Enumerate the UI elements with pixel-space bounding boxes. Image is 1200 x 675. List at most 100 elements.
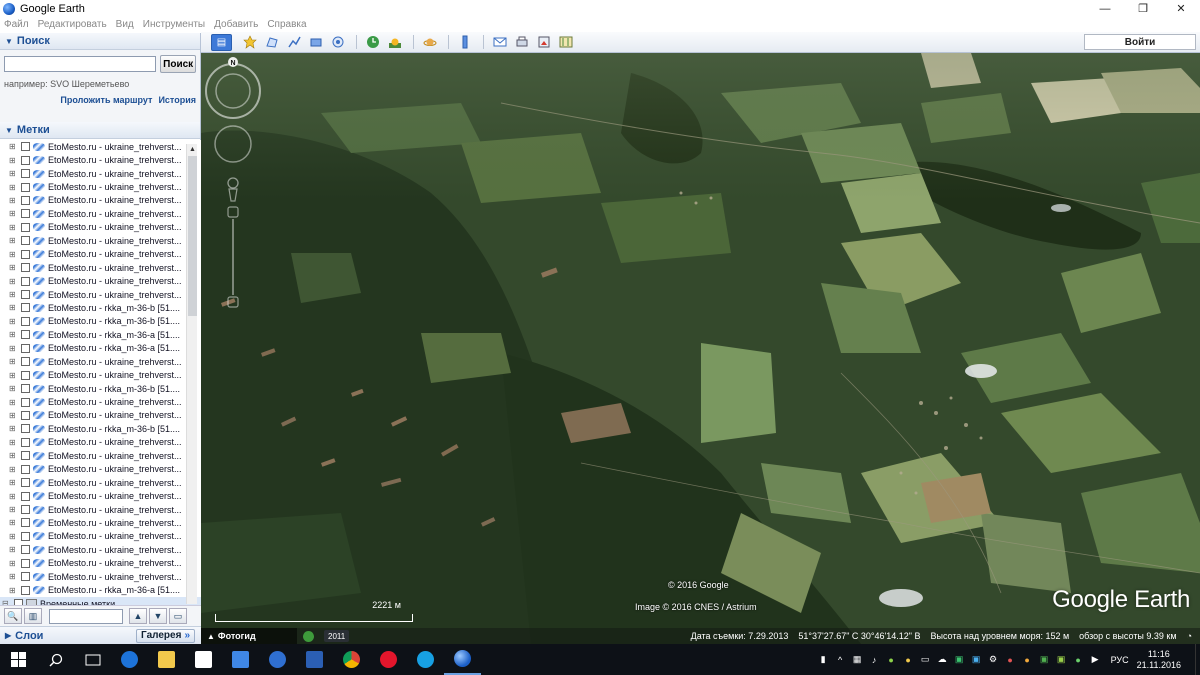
list-item[interactable]: ⊞ EtoMesto.ru - ukraine_trehverst...: [0, 288, 201, 301]
visibility-checkbox[interactable]: [21, 437, 30, 447]
tray-app4-icon[interactable]: ☁: [935, 654, 950, 665]
search-input[interactable]: [4, 56, 157, 72]
expand-plus-icon[interactable]: ⊞: [9, 236, 18, 245]
list-item[interactable]: ⊞ EtoMesto.ru - ukraine_trehverst...: [0, 463, 201, 476]
visibility-checkbox[interactable]: [21, 424, 30, 434]
visibility-checkbox[interactable]: [21, 518, 30, 528]
visibility-checkbox[interactable]: [21, 478, 30, 488]
maximize-button[interactable]: ❐: [1124, 0, 1162, 17]
list-item[interactable]: ⊞ EtoMesto.ru - ukraine_trehverst...: [0, 194, 201, 207]
expand-plus-icon[interactable]: ⊞: [9, 209, 18, 218]
google-earth-taskbar-icon[interactable]: [444, 644, 481, 675]
email-icon[interactable]: [490, 34, 510, 51]
earth-view[interactable]: N © 2016 Google Image © 2016 CNES / Astr…: [201, 53, 1200, 644]
historical-clock-icon[interactable]: [303, 630, 314, 642]
expand-plus-icon[interactable]: ⊞: [9, 586, 18, 595]
expand-plus-icon[interactable]: ⊞: [9, 424, 18, 433]
list-item[interactable]: ⊞ EtoMesto.ru - ukraine_trehverst...: [0, 449, 201, 462]
list-item[interactable]: ⊞ EtoMesto.ru - ukraine_trehverst...: [0, 476, 201, 489]
ruler-icon[interactable]: [455, 34, 475, 51]
tray-app10-icon[interactable]: ▣: [1037, 654, 1052, 665]
sidebar-toggle-icon[interactable]: ▤: [211, 33, 232, 51]
close-button[interactable]: ✕: [1162, 0, 1200, 17]
list-item[interactable]: ⊞ EtoMesto.ru - ukraine_trehverst...: [0, 557, 201, 570]
visibility-checkbox[interactable]: [21, 209, 30, 219]
visibility-checkbox[interactable]: [21, 410, 30, 420]
menu-tools[interactable]: Инструменты: [143, 19, 205, 30]
search-taskbar-icon[interactable]: [37, 644, 74, 675]
minimize-button[interactable]: —: [1086, 0, 1124, 17]
visibility-checkbox[interactable]: [21, 303, 30, 313]
image-overlay-icon[interactable]: [306, 34, 326, 51]
task-view-icon[interactable]: [74, 644, 111, 675]
record-tour-icon[interactable]: [328, 34, 348, 51]
tray-app3-icon[interactable]: ▭: [918, 654, 933, 665]
list-item[interactable]: ⊞ EtoMesto.ru - rkka_m-36-b [51....: [0, 382, 201, 395]
visibility-checkbox[interactable]: [21, 263, 30, 273]
expand-plus-icon[interactable]: ⊞: [9, 223, 18, 232]
menu-file[interactable]: Файл: [4, 19, 29, 30]
visibility-checkbox[interactable]: [21, 545, 30, 555]
move-down-icon[interactable]: ▼: [149, 608, 167, 624]
visibility-checkbox[interactable]: [21, 384, 30, 394]
tray-chevron-icon[interactable]: ^: [833, 655, 848, 665]
visibility-checkbox[interactable]: [21, 142, 30, 152]
visibility-checkbox[interactable]: [21, 464, 30, 474]
file-explorer-icon[interactable]: [148, 644, 185, 675]
visibility-checkbox[interactable]: [21, 451, 30, 461]
chrome-icon[interactable]: [333, 644, 370, 675]
expand-plus-icon[interactable]: ⊞: [9, 250, 18, 259]
expand-plus-icon[interactable]: ⊞: [9, 156, 18, 165]
panel-toggle-icon[interactable]: ▥: [24, 608, 42, 624]
list-item[interactable]: ⊞ EtoMesto.ru - ukraine_trehverst...: [0, 503, 201, 516]
navigation-controls[interactable]: N: [201, 55, 265, 315]
scroll-up-icon[interactable]: ▲: [187, 144, 198, 155]
visibility-checkbox[interactable]: [21, 397, 30, 407]
list-item[interactable]: ⊞ EtoMesto.ru - ukraine_trehverst...: [0, 180, 201, 193]
visibility-checkbox[interactable]: [21, 249, 30, 259]
visibility-checkbox[interactable]: [21, 357, 30, 367]
places-filter-input[interactable]: [49, 608, 123, 624]
list-item[interactable]: ⊞ EtoMesto.ru - ukraine_trehverst...: [0, 140, 201, 153]
expand-plus-icon[interactable]: ⊞: [9, 371, 18, 380]
layers-panel-header[interactable]: ▶ Слои Галерея »: [0, 626, 201, 644]
visibility-checkbox[interactable]: [21, 531, 30, 541]
list-item[interactable]: ⊞ EtoMesto.ru - rkka_m-36-a [51....: [0, 342, 201, 355]
list-item[interactable]: ⊞ EtoMesto.ru - ukraine_trehverst...: [0, 274, 201, 287]
search-places-icon[interactable]: 🔍: [4, 608, 22, 624]
visibility-checkbox[interactable]: [21, 330, 30, 340]
expand-plus-icon[interactable]: ⊞: [9, 290, 18, 299]
expand-plus-icon[interactable]: ⊞: [9, 478, 18, 487]
tray-app1-icon[interactable]: ●: [884, 655, 899, 665]
list-item[interactable]: ⊞ EtoMesto.ru - ukraine_trehverst...: [0, 368, 201, 381]
google-maps-icon[interactable]: [556, 34, 576, 51]
places-scrollbar[interactable]: ▲: [186, 144, 197, 604]
list-item[interactable]: ⊞ EtoMesto.ru - ukraine_trehverst...: [0, 234, 201, 247]
list-item[interactable]: ⊞ EtoMesto.ru - ukraine_trehverst...: [0, 221, 201, 234]
expand-plus-icon[interactable]: ⊞: [9, 357, 18, 366]
sunlight-icon[interactable]: [385, 34, 405, 51]
list-item[interactable]: ⊞ EtoMesto.ru - rkka_m-36-b [51....: [0, 301, 201, 314]
menu-edit[interactable]: Редактировать: [38, 19, 107, 30]
tray-app5-icon[interactable]: ▣: [952, 654, 967, 665]
language-indicator[interactable]: РУС: [1111, 655, 1129, 665]
tray-app2-icon[interactable]: ●: [901, 655, 916, 665]
list-item[interactable]: ⊞ EtoMesto.ru - ukraine_trehverst...: [0, 489, 201, 502]
list-item[interactable]: ⊞ EtoMesto.ru - rkka_m-36-b [51....: [0, 315, 201, 328]
folder-icon[interactable]: ▭: [169, 608, 187, 624]
expand-plus-icon[interactable]: ⊞: [9, 344, 18, 353]
list-item[interactable]: ⊞ EtoMesto.ru - ukraine_trehverst...: [0, 543, 201, 556]
tray-app6-icon[interactable]: ▣: [969, 654, 984, 665]
tour-guide-tab[interactable]: ▲ Фотогид: [201, 628, 297, 644]
gallery-button[interactable]: Галерея »: [136, 628, 195, 643]
route-link[interactable]: Проложить маршрут: [60, 95, 152, 105]
list-item[interactable]: ⊞ EtoMesto.ru - ukraine_trehverst...: [0, 167, 201, 180]
menu-help[interactable]: Справка: [267, 19, 306, 30]
list-item[interactable]: ⊞ EtoMesto.ru - ukraine_trehverst...: [0, 153, 201, 166]
expand-plus-icon[interactable]: ⊞: [9, 518, 18, 527]
visibility-checkbox[interactable]: [21, 316, 30, 326]
expand-plus-icon[interactable]: ⊞: [9, 532, 18, 541]
list-item[interactable]: ⊞ EtoMesto.ru - ukraine_trehverst...: [0, 395, 201, 408]
expand-plus-icon[interactable]: ⊞: [9, 465, 18, 474]
visibility-checkbox[interactable]: [21, 370, 30, 380]
